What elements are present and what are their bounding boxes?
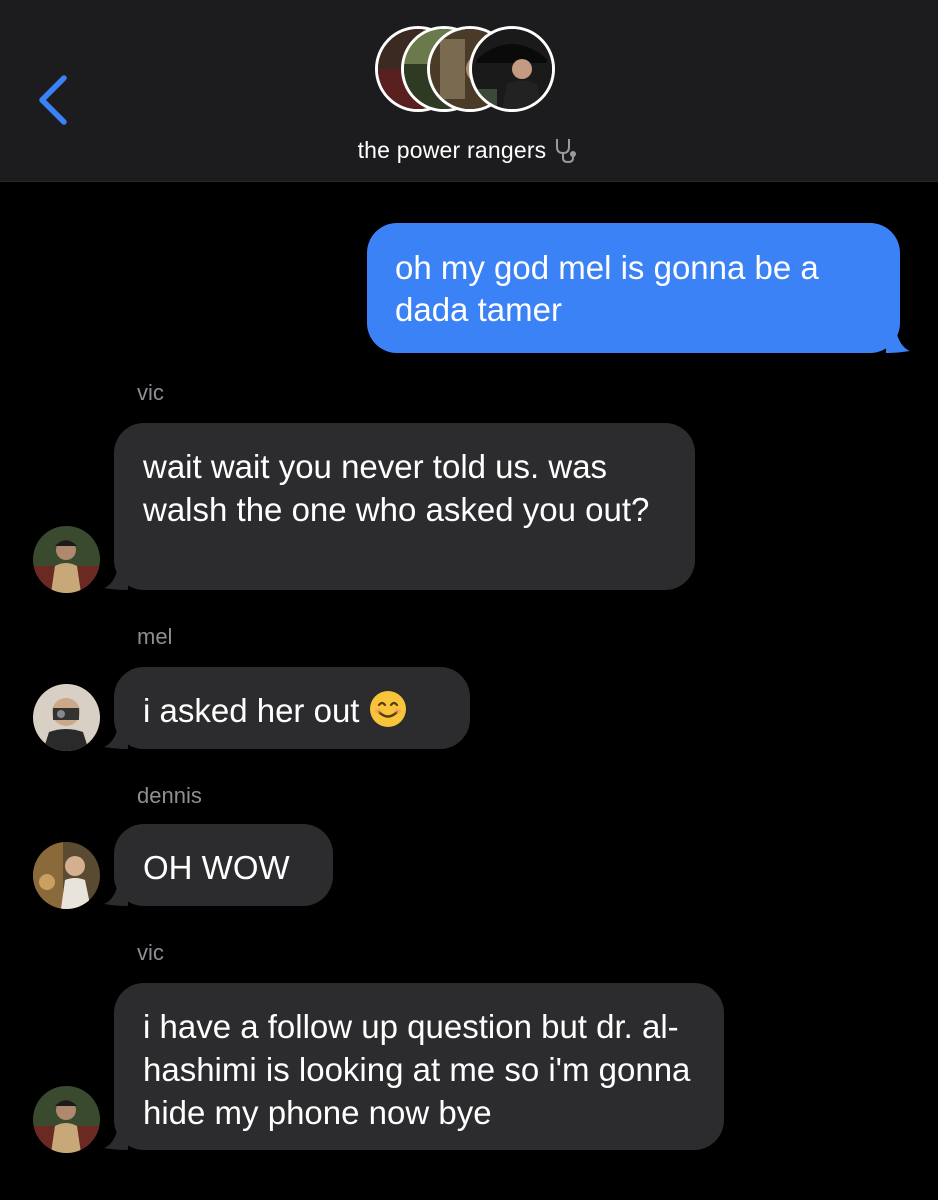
sender-name: vic [137, 940, 164, 965]
message-text: OH WOW [143, 849, 290, 886]
bubble-tail [886, 331, 910, 353]
group-avatar-stack[interactable] [375, 26, 565, 121]
stethoscope-icon [552, 136, 580, 170]
avatar[interactable] [33, 526, 100, 593]
incoming-message-bubble[interactable]: wait wait you never told us. was walsh t… [104, 423, 695, 590]
avatar[interactable] [33, 842, 100, 909]
group-member-avatar [469, 26, 555, 112]
sender-name: dennis [137, 783, 202, 808]
avatar[interactable] [33, 684, 100, 751]
message-text: oh my god mel is gonna be a dada tamer [395, 249, 819, 328]
bubble-tail [104, 884, 128, 906]
chevron-left-icon [39, 75, 67, 125]
incoming-message-bubble[interactable]: i asked her out [104, 667, 470, 749]
bubble-tail [104, 727, 128, 749]
avatar[interactable] [33, 1086, 100, 1153]
sender-name: mel [137, 624, 173, 649]
bubble-tail [104, 1128, 128, 1150]
conversation-header: the power rangers [0, 0, 938, 182]
incoming-message-bubble[interactable]: OH WOW [104, 824, 333, 906]
message-text: i have a follow up question but dr. al-h… [143, 1008, 691, 1131]
sender-name: vic [137, 380, 164, 405]
group-name: the power rangers [357, 137, 547, 163]
outgoing-message-bubble[interactable]: oh my god mel is gonna be a dada tamer [367, 223, 910, 353]
bubble-tail [104, 568, 128, 590]
smiling-face-icon [369, 690, 407, 738]
back-button[interactable] [28, 70, 78, 130]
incoming-message-bubble[interactable]: i have a follow up question but dr. al-h… [104, 983, 724, 1150]
message-text: wait wait you never told us. was walsh t… [143, 448, 650, 528]
group-title[interactable]: the power rangers [0, 136, 938, 170]
message-text: i asked her out [143, 692, 360, 729]
